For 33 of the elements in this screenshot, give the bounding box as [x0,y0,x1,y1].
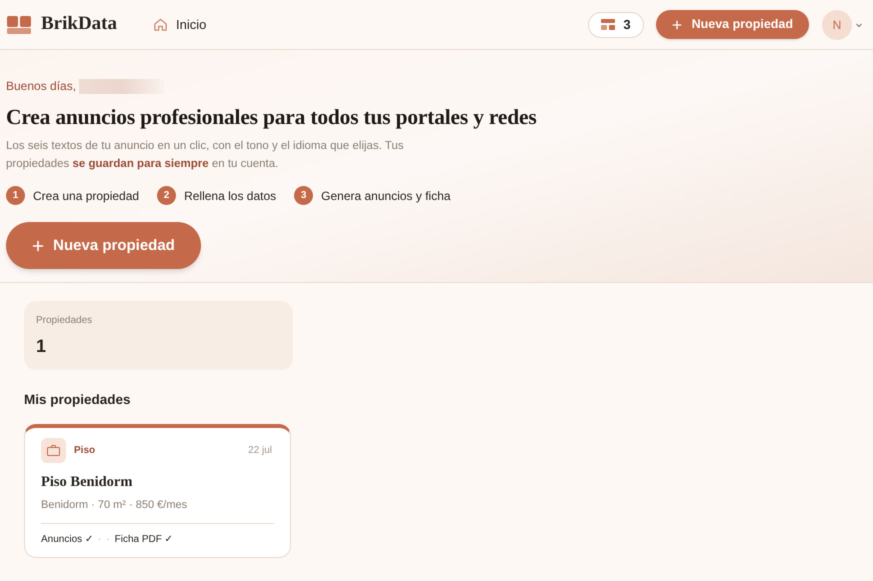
stack-icon [601,19,616,30]
plus-icon [32,240,44,252]
step-label: Genera anuncios y ficha [321,188,451,205]
property-title: Piso Benidorm [41,473,134,492]
step-number: 2 [157,186,176,206]
property-status: · [98,532,102,546]
hero-title: Crea anuncios profesionales para todos tus portales y redes [6,104,538,131]
chevron-down-icon [855,20,863,28]
greeting-text: Buenos días, [6,78,76,95]
new-property-cta[interactable]: Nueva propiedad [6,222,201,270]
property-status: · [106,532,110,546]
home-icon [153,17,168,32]
step-label: Crea una propiedad [33,188,140,205]
step-number: 1 [6,186,25,206]
property-type: Piso [74,444,96,458]
stat-value: 1 [36,335,48,358]
property-status: Ficha PDF ✓ [114,532,173,546]
step-number: 3 [294,186,314,206]
property-details: Benidorm · 70 m² · 850 €/mes [41,498,188,513]
nav-link[interactable]: Inicio [153,14,206,34]
brand-name: BrikData [41,12,117,36]
property-type-icon [41,438,66,464]
property-status: Anuncios ✓ [41,532,93,546]
logo-icon [7,16,31,34]
property-date: 22 jul [248,444,272,458]
stat-label: Propiedades [36,314,94,328]
plus-icon [672,20,682,30]
property-card[interactable]: Piso 22 jul Piso Benidorm Benidorm · 70 m² · 850 €/mes Anuncios ✓ · · Ficha PDF ✓ [24,424,291,558]
section-title: Mis propiedades [24,391,132,409]
step-label: Rellena los datos [184,188,276,205]
hero-description: Los seis textos de tu anuncio en un clic, con el tono y el idioma que elijas. Tus propiedades se guardan para siempre en tu cuenta. [6,139,405,172]
new-property-button[interactable]: Nueva propiedad [656,10,809,39]
credits-button[interactable]: 3 [588,12,644,38]
